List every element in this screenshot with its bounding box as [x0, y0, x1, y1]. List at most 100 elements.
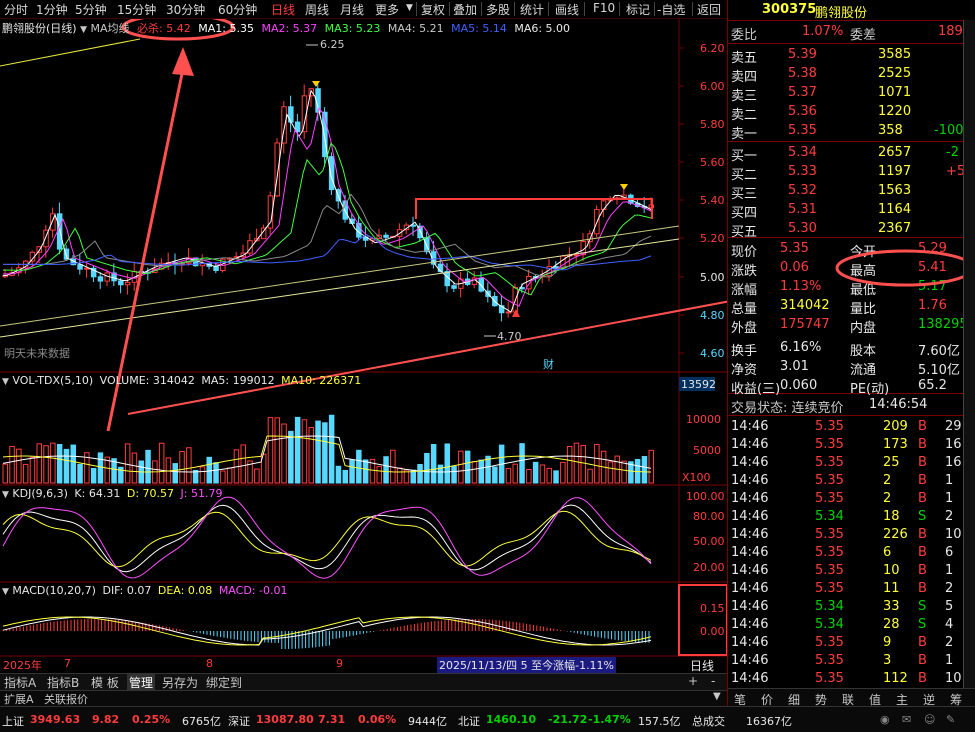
- tick-row[interactable]: 14:46 5.35 112 B 10: [728, 670, 966, 689]
- period-tab-fenshi[interactable]: 分时: [4, 1, 28, 18]
- period-tab-weekly[interactable]: 周线: [305, 1, 329, 18]
- chevron-down-icon[interactable]: ▼: [406, 3, 413, 13]
- mark-button[interactable]: 标记: [626, 1, 650, 18]
- macd-histogram: [2, 616, 652, 649]
- period-tab-15min[interactable]: 15分钟: [117, 1, 156, 18]
- ask-row[interactable]: 卖四 5.38 2525: [728, 65, 966, 85]
- side-scrollbar[interactable]: [963, 20, 975, 688]
- pen-icon[interactable]: ✎: [946, 713, 955, 726]
- bid-level-label: 买二: [731, 168, 758, 183]
- tick-row[interactable]: 14:46 5.35 10 B 1: [728, 562, 966, 581]
- period-tab-1min[interactable]: 1分钟: [36, 1, 68, 18]
- tick-row[interactable]: 14:46 5.35 2 B 1: [728, 490, 966, 509]
- tick-row[interactable]: 14:46 5.35 226 B 10: [728, 526, 966, 545]
- ma1-value: MA1: 5.35: [198, 22, 254, 35]
- tab-indicator-a[interactable]: 指标A: [4, 674, 36, 691]
- bid-price: 5.32: [788, 183, 817, 198]
- tick-count: 10: [945, 671, 962, 686]
- bid-row[interactable]: 买四 5.31 1164: [728, 201, 966, 221]
- tab-template[interactable]: 模 板: [91, 674, 119, 691]
- period-tab-60min[interactable]: 60分钟: [218, 1, 257, 18]
- macd-indicator-name[interactable]: MACD(10,20,7): [12, 584, 96, 597]
- quote-row[interactable]: 收益(三) 0.060 PE(动) 65.2: [728, 377, 966, 397]
- tab-related-quotes[interactable]: 关联报价: [44, 691, 88, 707]
- bid-row[interactable]: 买二 5.33 1197 +5: [728, 163, 966, 183]
- bid-row[interactable]: 买五 5.30 2367: [728, 220, 966, 240]
- bid-price: 5.31: [788, 202, 817, 217]
- multi-stock-button[interactable]: 多股: [486, 1, 510, 18]
- bid-row[interactable]: 买一 5.34 2657 -2: [728, 144, 966, 164]
- quote-row[interactable]: 换手 6.16% 股本 7.60亿: [728, 339, 966, 359]
- tick-row[interactable]: 14:46 5.35 11 B 2: [728, 580, 966, 599]
- tick-row[interactable]: 14:46 5.35 209 B 29: [728, 418, 966, 437]
- f10-button[interactable]: F10: [593, 1, 615, 15]
- chevron-down-icon[interactable]: ▼: [713, 691, 721, 702]
- volume-bar: [430, 444, 437, 484]
- zoom-in-icon[interactable]: +: [688, 674, 698, 688]
- tab-extension-a[interactable]: 扩展A: [4, 691, 34, 707]
- finance-marker[interactable]: 财: [543, 357, 554, 371]
- quote-row[interactable]: 涨跌 0.06 最高 5.41: [728, 259, 966, 279]
- chart-area[interactable]: 6.25 4.70 财 明天未来数据 6.20 6.00 5.80 5.60 5…: [0, 19, 727, 671]
- restore-rights-button[interactable]: 复权: [421, 1, 445, 18]
- tick-row[interactable]: 14:46 5.34 18 S 2: [728, 508, 966, 527]
- volume-bar: [274, 417, 280, 484]
- tick-row[interactable]: 14:46 5.35 6 B 6: [728, 544, 966, 563]
- tick-price: 5.35: [815, 419, 844, 434]
- tab-bind-to[interactable]: 绑定到: [206, 674, 242, 691]
- tick-row[interactable]: 14:46 5.34 33 S 5: [728, 598, 966, 617]
- kdj-indicator-name[interactable]: KDJ(9,6,3): [12, 487, 68, 500]
- zoom-out-icon[interactable]: -: [711, 674, 715, 688]
- quote-label: 量比: [850, 302, 877, 317]
- ask-row[interactable]: 卖五 5.39 3585: [728, 46, 966, 66]
- bid-row[interactable]: 买三 5.32 1563: [728, 182, 966, 202]
- tick-row[interactable]: 14:46 5.35 9 B 2: [728, 634, 966, 653]
- back-button[interactable]: 返回: [697, 1, 721, 18]
- overlay-button[interactable]: 叠加: [453, 1, 477, 18]
- vol-ma5: MA5: 199012: [201, 374, 275, 387]
- quote-row[interactable]: 现价 5.35 今开 5.29: [728, 240, 966, 260]
- period-tab-30min[interactable]: 30分钟: [166, 1, 205, 18]
- tick-price: 5.35: [815, 545, 844, 560]
- email-icon[interactable]: ✉: [902, 713, 911, 726]
- chevron-down-icon[interactable]: ▼: [2, 377, 9, 387]
- tick-side: B: [918, 491, 927, 506]
- tab-save-as[interactable]: 另存为: [162, 674, 198, 691]
- period-tab-monthly[interactable]: 月线: [340, 1, 364, 18]
- tick-row[interactable]: 14:46 5.35 3 B 1: [728, 652, 966, 671]
- quote-row[interactable]: 净资 3.01 流通 5.10亿: [728, 358, 966, 378]
- period-tab-daily[interactable]: 日线: [271, 1, 295, 18]
- quote-row[interactable]: 外盘 175747 内盘 138295: [728, 316, 968, 336]
- candle-body: [124, 281, 131, 286]
- quote-row[interactable]: 涨幅 1.13% 最低 5.17: [728, 278, 966, 298]
- ask-row[interactable]: 卖三 5.37 1071: [728, 84, 966, 104]
- quote-label: 涨跌: [731, 264, 758, 279]
- tick-row[interactable]: 14:46 5.35 25 B 16: [728, 454, 966, 473]
- ma-line: [3, 193, 652, 278]
- chevron-down-icon[interactable]: ▼: [80, 25, 87, 35]
- remove-watchlist-button[interactable]: -自选: [657, 1, 685, 18]
- tab-indicator-b[interactable]: 指标B: [47, 674, 79, 691]
- tab-manage[interactable]: 管理: [127, 674, 156, 691]
- tick-row[interactable]: 14:46 5.35 173 B 16: [728, 436, 966, 455]
- ask-row[interactable]: 卖一 5.35 358 -100: [728, 122, 966, 142]
- quote-value: 7.60亿: [918, 344, 960, 359]
- people-icon[interactable]: ☺: [924, 713, 935, 726]
- volume-bar: [22, 463, 29, 484]
- vol-indicator-name[interactable]: VOL-TDX(5,10): [12, 374, 93, 387]
- statistics-button[interactable]: 统计: [520, 1, 544, 18]
- quote-value: 6.16%: [780, 340, 822, 355]
- ma-indicator-label[interactable]: MA均线: [91, 22, 130, 35]
- draw-line-button[interactable]: 画线: [555, 1, 579, 18]
- period-tab-5min[interactable]: 5分钟: [75, 1, 107, 18]
- quote-row[interactable]: 总量 314042 量比 1.76: [728, 297, 966, 317]
- chevron-down-icon[interactable]: ▼: [2, 587, 9, 597]
- tick-row[interactable]: 14:46 5.34 28 S 4: [728, 616, 966, 635]
- period-tab-more[interactable]: 更多: [375, 1, 399, 18]
- ask-row[interactable]: 卖二 5.36 1220: [728, 103, 966, 123]
- tick-row[interactable]: 14:46 5.35 2 B 1: [728, 472, 966, 491]
- tick-side: S: [918, 509, 927, 524]
- tick-count: 5: [945, 599, 954, 614]
- speaker-icon[interactable]: ◉: [880, 713, 890, 726]
- chevron-down-icon[interactable]: ▼: [2, 490, 9, 500]
